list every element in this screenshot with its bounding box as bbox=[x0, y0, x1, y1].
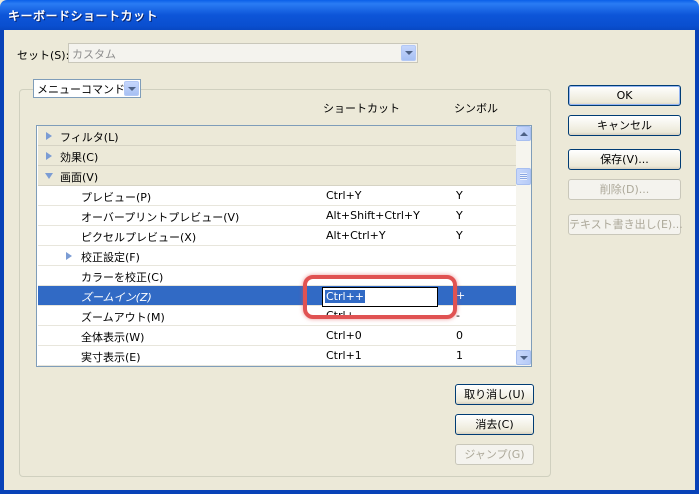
list-item-filter[interactable]: フィルタ(L) bbox=[38, 126, 516, 146]
set-dropdown[interactable]: カスタム bbox=[68, 43, 418, 63]
list-item-pixel-preview[interactable]: ピクセルプレビュー(X) Alt+Ctrl+Y Y bbox=[38, 226, 516, 246]
list-item-label: 校正設定(F) bbox=[81, 251, 140, 264]
list-item-label: 実寸表示(E) bbox=[81, 351, 141, 364]
list-item-proof-setup[interactable]: 校正設定(F) bbox=[38, 246, 516, 266]
list-item-label: 全体表示(W) bbox=[81, 331, 145, 344]
list-item-symbol: 0 bbox=[456, 329, 463, 342]
list-item-preview[interactable]: プレビュー(P) Ctrl+Y Y bbox=[38, 186, 516, 206]
column-header-symbol: シンボル bbox=[454, 102, 498, 115]
scroll-down-button[interactable] bbox=[516, 350, 531, 365]
command-list[interactable]: フィルタ(L) 効果(C) 画面(V) プレビュー(P) Ctrl+Y Y オー… bbox=[36, 125, 532, 367]
list-item-symbol: Y bbox=[456, 189, 463, 202]
cancel-button[interactable]: キャンセル bbox=[568, 115, 681, 136]
window-border-left bbox=[0, 30, 4, 494]
chevron-down-icon[interactable] bbox=[401, 45, 416, 61]
list-item-effect[interactable]: 効果(C) bbox=[38, 146, 516, 166]
ok-button[interactable]: OK bbox=[568, 85, 681, 106]
list-item-shortcut: Ctrl+1 bbox=[326, 349, 362, 362]
window-title: キーボードショートカット bbox=[8, 9, 159, 23]
list-item-overprint-preview[interactable]: オーバープリントプレビュー(V) Alt+Shift+Ctrl+Y Y bbox=[38, 206, 516, 226]
list-scrollbar[interactable] bbox=[516, 126, 531, 366]
list-item-shortcut: Alt+Shift+Ctrl+Y bbox=[326, 209, 420, 222]
list-item-shortcut: Ctrl+0 bbox=[326, 329, 362, 342]
collapse-arrow-icon[interactable] bbox=[45, 173, 53, 179]
column-header-shortcut: ショートカット bbox=[323, 102, 400, 115]
list-item-label: ズームアウト(M) bbox=[81, 311, 165, 324]
expand-arrow-icon[interactable] bbox=[66, 252, 72, 260]
export-text-button[interactable]: テキスト書き出し(E)... bbox=[568, 214, 683, 235]
list-item-label: カラーを校正(C) bbox=[81, 271, 164, 284]
set-dropdown-value: カスタム bbox=[72, 48, 116, 61]
scroll-thumb[interactable] bbox=[516, 168, 531, 185]
save-button[interactable]: 保存(V)... bbox=[568, 149, 681, 170]
category-dropdown[interactable]: メニューコマンド bbox=[33, 79, 141, 98]
list-item-label: 効果(C) bbox=[60, 151, 99, 164]
clear-button[interactable]: 消去(C) bbox=[455, 414, 534, 435]
title-bar[interactable]: キーボードショートカット bbox=[0, 0, 699, 30]
chevron-down-icon bbox=[519, 355, 528, 360]
set-label: セット(S): bbox=[17, 49, 70, 62]
window-border-bottom bbox=[0, 490, 699, 494]
scroll-up-button[interactable] bbox=[516, 126, 531, 141]
chevron-down-icon[interactable] bbox=[124, 81, 139, 96]
jump-button[interactable]: ジャンプ(G) bbox=[455, 444, 534, 465]
list-item-view[interactable]: 画面(V) bbox=[38, 166, 516, 186]
highlight-annotation bbox=[303, 275, 457, 319]
list-item-label: 画面(V) bbox=[60, 171, 99, 184]
list-item-label: フィルタ(L) bbox=[60, 131, 119, 144]
delete-button[interactable]: 削除(D)... bbox=[568, 179, 681, 200]
list-item-label: ピクセルプレビュー(X) bbox=[81, 231, 197, 244]
list-item-shortcut: Ctrl+Y bbox=[326, 189, 362, 202]
chevron-up-icon bbox=[519, 131, 528, 136]
window-border-right bbox=[695, 30, 699, 494]
category-dropdown-value: メニューコマンド bbox=[37, 83, 125, 96]
expand-arrow-icon[interactable] bbox=[46, 132, 52, 140]
list-item-shortcut: Alt+Ctrl+Y bbox=[326, 229, 386, 242]
list-item-symbol: Y bbox=[456, 209, 463, 222]
list-item-label: プレビュー(P) bbox=[81, 191, 152, 204]
list-item-symbol: 1 bbox=[456, 349, 463, 362]
list-item-actual-size[interactable]: 実寸表示(E) Ctrl+1 1 bbox=[38, 346, 516, 366]
list-item-label: オーバープリントプレビュー(V) bbox=[81, 211, 240, 224]
list-item-fit-in-window[interactable]: 全体表示(W) Ctrl+0 0 bbox=[38, 326, 516, 346]
expand-arrow-icon[interactable] bbox=[46, 152, 52, 160]
list-item-symbol: Y bbox=[456, 229, 463, 242]
undo-button[interactable]: 取り消し(U) bbox=[455, 384, 534, 405]
list-item-label: ズームイン(Z) bbox=[81, 291, 152, 304]
list-item-symbol: + bbox=[456, 289, 466, 302]
